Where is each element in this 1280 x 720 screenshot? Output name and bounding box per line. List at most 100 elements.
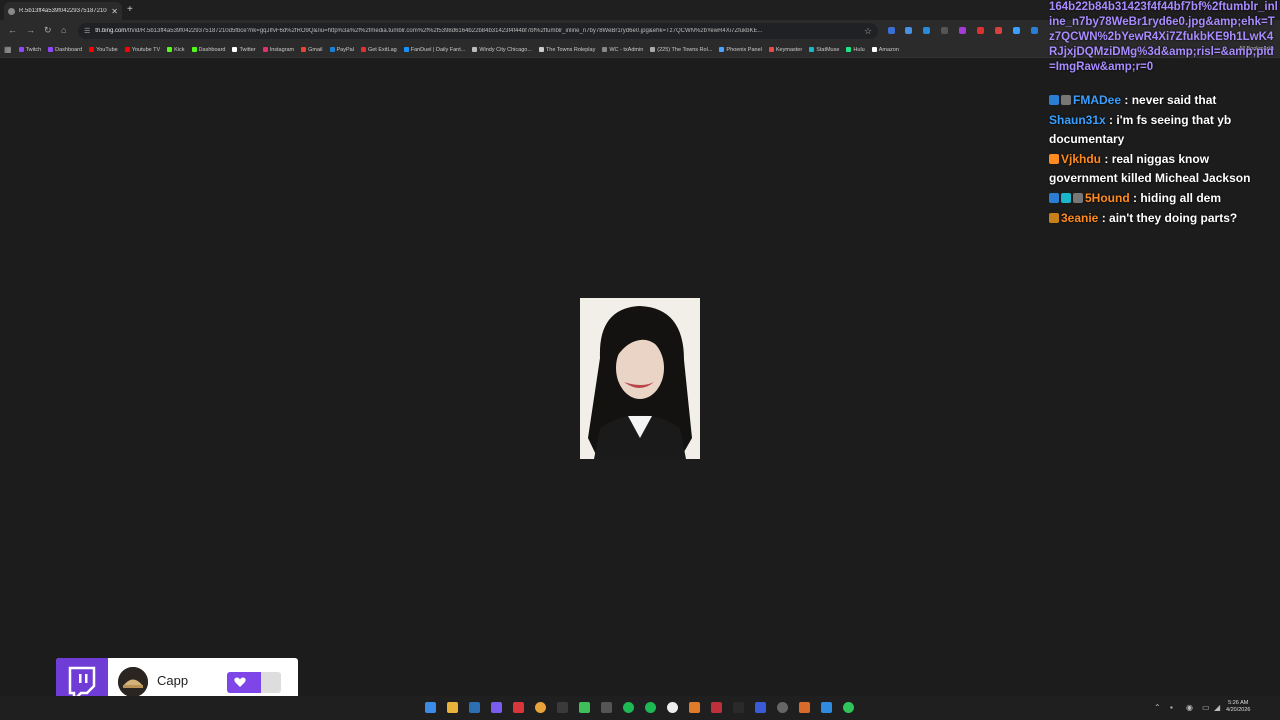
chat-message-link: 164b22b84b31423f4f44bf7bf%2ftumblr_inlin… <box>1049 1 1278 73</box>
chat-username: Vjkhdu <box>1061 152 1102 166</box>
bookmark-item[interactable]: Dashboard <box>191 47 225 53</box>
app-icon[interactable] <box>557 702 568 713</box>
steam-icon[interactable] <box>469 702 480 713</box>
system-clock[interactable]: 5:26 AM 4/20/2026 <box>1226 700 1250 714</box>
app-icon[interactable] <box>513 702 524 713</box>
tray-chevron-icon[interactable]: ⌃ <box>1154 703 1161 712</box>
extension-icon[interactable] <box>905 27 912 34</box>
bookmark-favicon-icon <box>89 47 95 52</box>
bookmark-favicon-icon <box>232 47 238 52</box>
app-icon[interactable] <box>579 702 590 713</box>
chat-username: FMADee <box>1073 93 1122 107</box>
chat-text: ain't they doing parts? <box>1109 211 1238 225</box>
extension-icon[interactable] <box>959 27 966 34</box>
app-icon[interactable] <box>843 702 854 713</box>
bookmark-favicon-icon <box>809 47 815 52</box>
forward-icon[interactable]: → <box>26 25 35 35</box>
chat-message: Shaun31x : i'm fs seeing that yb documen… <box>1046 111 1280 149</box>
app-icon[interactable] <box>601 702 612 713</box>
bookmark-item[interactable]: (225) The Towns Rol... <box>650 47 712 53</box>
url-path: /th/id/R.5b13ff4a539f04229375187210d5fbc… <box>126 28 763 34</box>
new-tab-icon[interactable]: + <box>127 4 133 15</box>
app-icon[interactable] <box>623 702 634 713</box>
extension-icon[interactable] <box>977 27 984 34</box>
app-icon[interactable] <box>733 702 744 713</box>
extension-icon[interactable] <box>995 27 1002 34</box>
bookmark-item[interactable]: WC - txAdmin <box>602 47 643 53</box>
bookmark-item[interactable]: YouTube <box>89 47 118 53</box>
extension-icon[interactable] <box>941 27 948 34</box>
bookmark-favicon-icon <box>329 47 335 52</box>
spotify-icon[interactable] <box>645 702 656 713</box>
tab-favicon-icon <box>8 7 15 15</box>
tray-icon[interactable]: ▪ <box>1170 703 1173 712</box>
app-icon[interactable] <box>711 702 722 713</box>
app-icon[interactable] <box>755 702 766 713</box>
bookmark-favicon-icon <box>768 47 774 52</box>
chat-separator: : <box>1121 93 1132 107</box>
bookmark-label: Phoenix Panel <box>726 46 762 53</box>
volume-icon[interactable]: ◢ <box>1214 703 1220 712</box>
bookmark-item[interactable]: PayPal <box>329 46 354 53</box>
bookmark-item[interactable]: Youtube TV <box>124 47 160 53</box>
chat-badge-icon <box>1061 193 1071 203</box>
bookmark-label: Windy City Chicago... <box>479 46 532 53</box>
extension-icon[interactable] <box>1031 27 1038 34</box>
bookmark-item[interactable]: Amazon <box>871 47 899 53</box>
clock-date: 4/20/2026 <box>1226 707 1251 713</box>
bookmark-item[interactable]: The Towns Roleplay <box>538 47 595 53</box>
home-icon[interactable]: ⌂ <box>61 25 66 35</box>
app-icon[interactable] <box>689 702 700 713</box>
wifi-icon[interactable]: ◉ <box>1186 703 1193 712</box>
bookmark-item[interactable]: Gmail <box>301 47 323 53</box>
chat-separator: : <box>1098 211 1110 225</box>
bookmark-label: Get ExitLag <box>367 46 397 53</box>
portrait-image <box>580 298 700 459</box>
bookmark-item[interactable]: Hulu <box>846 46 865 53</box>
apps-grid-icon[interactable]: ▦ <box>4 45 12 54</box>
follower-name: Capp <box>157 673 189 688</box>
extension-icon[interactable] <box>923 27 930 34</box>
discord-icon[interactable] <box>491 702 502 713</box>
bookmark-item[interactable]: Instagram <box>262 47 294 53</box>
bookmark-label: Hulu <box>853 46 865 53</box>
bookmark-label: StatMuse <box>816 46 840 53</box>
bookmark-label: PayPal <box>336 46 354 53</box>
app-icon[interactable] <box>821 702 832 713</box>
app-icon[interactable] <box>799 702 810 713</box>
bookmark-item[interactable]: Get ExitLag <box>360 46 397 53</box>
extension-icon[interactable] <box>1013 27 1020 34</box>
chat-badge-icon <box>1049 95 1059 105</box>
back-icon[interactable]: ← <box>8 25 17 35</box>
bookmark-item[interactable]: Windy City Chicago... <box>472 47 532 53</box>
follow-button[interactable] <box>227 672 281 693</box>
chat-message: 3eanie : ain't they doing parts? <box>1046 209 1280 228</box>
app-icon[interactable] <box>777 702 788 713</box>
bookmark-item[interactable]: Twitch <box>18 47 41 53</box>
browser-tab[interactable]: R.5b13ff4a539f04229375187210d5... ✕ <box>4 2 122 20</box>
bookmark-favicon-icon <box>48 47 54 52</box>
chat-separator: : <box>1129 191 1141 205</box>
bookmark-item[interactable]: Phoenix Panel <box>719 46 762 53</box>
chrome-icon[interactable] <box>535 702 546 713</box>
chat-message: FMADee : never said that <box>1046 91 1280 110</box>
bookmark-favicon-icon <box>262 47 268 52</box>
start-icon[interactable] <box>425 702 436 713</box>
bookmark-item[interactable]: StatMuse <box>809 47 839 53</box>
reload-icon[interactable]: ↻ <box>44 25 52 36</box>
address-bar[interactable]: ☰ th.bing.com/th/id/R.5b13ff4a539f042293… <box>78 23 878 39</box>
bookmark-item[interactable]: Kick <box>167 47 185 53</box>
close-icon[interactable]: ✕ <box>111 7 118 16</box>
extension-icon[interactable] <box>888 27 895 34</box>
chat-badge-icon <box>1073 193 1083 203</box>
site-info-icon[interactable]: ☰ <box>84 27 90 35</box>
app-icon[interactable] <box>667 702 678 713</box>
bookmark-item[interactable]: Keymaster <box>768 47 802 53</box>
bookmark-item[interactable]: Dashboard <box>48 47 82 53</box>
file-explorer-icon[interactable] <box>447 702 458 713</box>
bookmark-item[interactable]: Twitter <box>232 47 256 53</box>
bookmark-item[interactable]: FanDuel | Daily Fant... <box>403 47 465 53</box>
chat-badge-icon <box>1049 193 1059 203</box>
network-icon[interactable]: ▭ <box>1202 703 1210 712</box>
bookmark-star-icon[interactable]: ☆ <box>864 26 872 37</box>
